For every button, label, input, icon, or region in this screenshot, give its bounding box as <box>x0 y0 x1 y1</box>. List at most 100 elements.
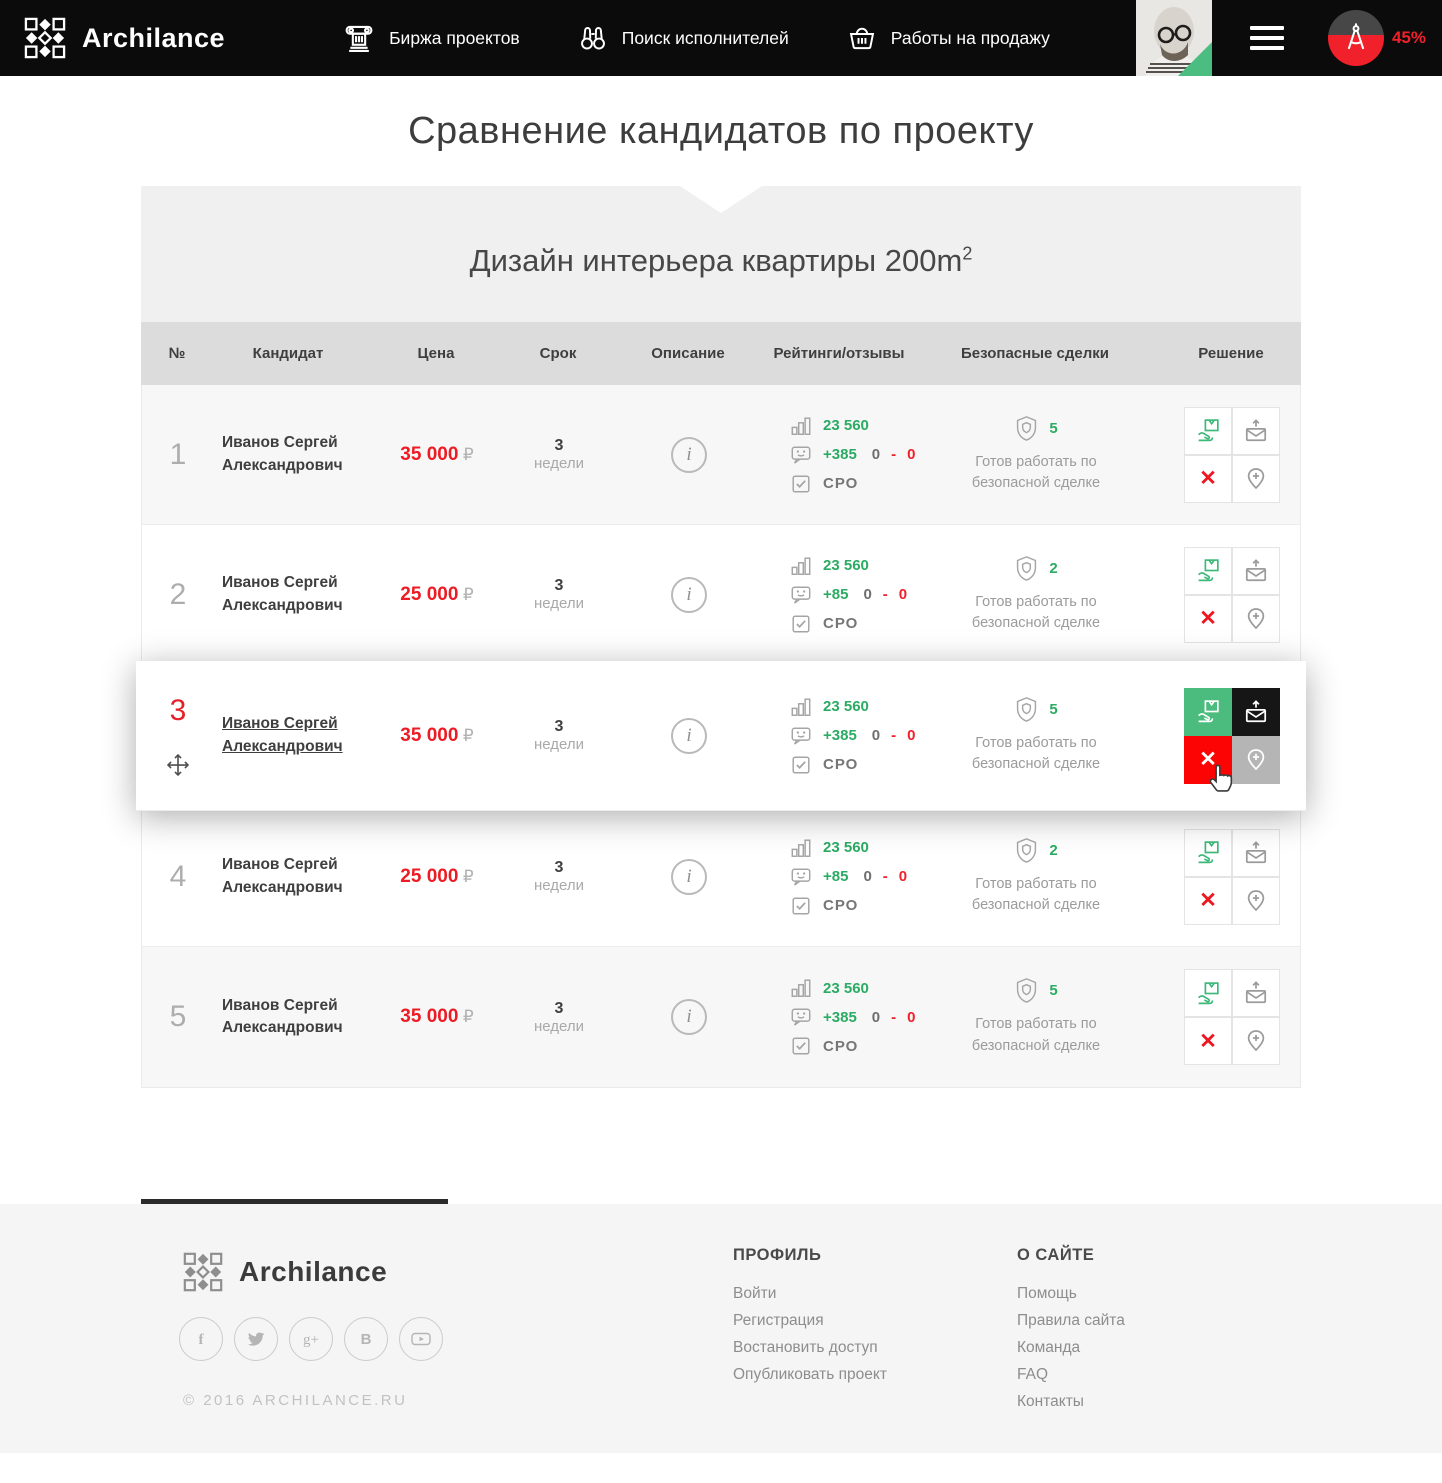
safe-deals-count: 2 <box>1049 560 1057 577</box>
hamburger-menu-icon[interactable] <box>1250 26 1284 50</box>
offer-deal-button[interactable] <box>1184 547 1232 595</box>
reviews-positive: +385 <box>823 1009 857 1026</box>
basket-icon <box>847 23 877 53</box>
col-header-safe-deals: Безопасные сделки <box>909 345 1161 362</box>
offer-deal-button[interactable] <box>1184 829 1232 877</box>
certification-label: СРО <box>823 1038 858 1055</box>
term-value: 3 <box>510 718 608 736</box>
footer-brand[interactable]: Archilance <box>183 1252 387 1292</box>
reject-button[interactable]: ✕ <box>1184 1017 1232 1065</box>
row-number: 4 <box>170 860 187 894</box>
col-header-term: Срок <box>509 345 607 362</box>
svg-text:f: f <box>199 1332 205 1348</box>
footer-link-rules[interactable]: Правила сайта <box>1017 1312 1125 1329</box>
certification-label: СРО <box>823 756 858 773</box>
info-icon[interactable]: i <box>671 437 707 473</box>
reviews-separator: - <box>891 446 896 463</box>
offer-deal-button[interactable] <box>1184 688 1232 736</box>
add-location-button[interactable] <box>1232 736 1280 784</box>
svg-text:B: B <box>361 1331 372 1348</box>
candidate-name[interactable]: Иванов Сергей Александрович <box>222 713 357 758</box>
chart-icon <box>790 696 812 718</box>
footer-link-restore-access[interactable]: Востановить доступ <box>733 1339 878 1356</box>
reviews-bubble-icon <box>790 725 812 747</box>
add-location-button[interactable] <box>1232 455 1280 503</box>
currency-symbol: ₽ <box>463 445 474 464</box>
price-value: 25 000 <box>400 584 458 605</box>
info-icon[interactable]: i <box>671 718 707 754</box>
archilance-logo-icon <box>183 1252 223 1292</box>
info-icon[interactable]: i <box>671 999 707 1035</box>
footer-link-faq[interactable]: FAQ <box>1017 1366 1048 1383</box>
info-icon[interactable]: i <box>671 577 707 613</box>
send-message-button[interactable] <box>1232 407 1280 455</box>
project-title: Дизайн интерьера квартиры 200m2 <box>470 243 973 279</box>
add-location-button[interactable] <box>1232 877 1280 925</box>
offer-deal-button[interactable] <box>1184 969 1232 1017</box>
add-location-button[interactable] <box>1232 595 1280 643</box>
move-handle-icon[interactable] <box>165 752 191 778</box>
profile-progress[interactable]: 45% <box>1328 10 1426 66</box>
table-header: № Кандидат Цена Срок Описание Рейтинги/о… <box>141 322 1301 385</box>
candidate-name[interactable]: Иванов Сергей Александрович <box>222 854 357 899</box>
term-value: 3 <box>510 1000 608 1018</box>
checkbox-icon <box>790 473 812 495</box>
col-header-description: Описание <box>607 345 769 362</box>
send-message-button[interactable] <box>1232 829 1280 877</box>
reject-button[interactable]: ✕ <box>1184 455 1232 503</box>
candidate-name[interactable]: Иванов Сергей Александрович <box>222 572 357 617</box>
footer-link-team[interactable]: Команда <box>1017 1339 1080 1356</box>
nav-item-projects-exchange[interactable]: Биржа проектов <box>343 22 520 54</box>
safe-deals-count: 5 <box>1049 701 1057 718</box>
reviews-neutral: 0 <box>872 446 880 463</box>
youtube-icon[interactable] <box>399 1317 443 1361</box>
shield-icon <box>1014 696 1039 723</box>
vk-icon[interactable]: B <box>344 1317 388 1361</box>
close-icon: ✕ <box>1199 1029 1217 1054</box>
footer-link-publish-project[interactable]: Опубликовать проект <box>733 1366 887 1383</box>
rating-views: 23 560 <box>823 980 869 997</box>
nav-item-find-performers[interactable]: Поиск исполнителей <box>578 23 789 53</box>
column-icon <box>343 22 375 54</box>
footer-link-login[interactable]: Войти <box>733 1285 776 1302</box>
price-value: 35 000 <box>400 725 458 746</box>
send-message-button[interactable] <box>1232 688 1280 736</box>
brand-name: Archilance <box>82 23 225 54</box>
reject-button[interactable]: ✕ <box>1184 877 1232 925</box>
reviews-positive: +385 <box>823 727 857 744</box>
footer: Archilance f g+ B <box>0 1204 1442 1453</box>
avatar[interactable] <box>1136 0 1212 76</box>
safe-deals-text: Готов работать по безопасной сделке <box>946 592 1126 634</box>
footer-link-register[interactable]: Регистрация <box>733 1312 824 1329</box>
rating-views: 23 560 <box>823 557 869 574</box>
term-unit: недели <box>510 877 608 894</box>
candidate-name[interactable]: Иванов Сергей Александрович <box>222 432 357 477</box>
google-plus-icon[interactable]: g+ <box>289 1317 333 1361</box>
offer-deal-button[interactable] <box>1184 407 1232 455</box>
reviews-positive: +385 <box>823 446 857 463</box>
twitter-icon[interactable] <box>234 1317 278 1361</box>
reject-button[interactable]: ✕ <box>1184 595 1232 643</box>
footer-link-contacts[interactable]: Контакты <box>1017 1393 1084 1410</box>
close-icon: ✕ <box>1199 606 1217 631</box>
nav-item-works-for-sale[interactable]: Работы на продажу <box>847 23 1050 53</box>
safe-deals-count: 5 <box>1049 982 1057 999</box>
table-row: 1 Иванов Сергей Александрович 35 000 <box>142 385 1300 525</box>
price-value: 25 000 <box>400 866 458 887</box>
reviews-positive: +85 <box>823 868 848 885</box>
currency-symbol: ₽ <box>463 585 474 604</box>
table-row: 5 Иванов Сергей Александрович 35 000 <box>142 947 1300 1087</box>
send-message-button[interactable] <box>1232 547 1280 595</box>
add-location-button[interactable] <box>1232 1017 1280 1065</box>
candidate-name[interactable]: Иванов Сергей Александрович <box>222 995 357 1040</box>
send-message-button[interactable] <box>1232 969 1280 1017</box>
info-icon[interactable]: i <box>671 859 707 895</box>
checkbox-icon <box>790 754 812 776</box>
term-value: 3 <box>510 437 608 455</box>
reviews-bubble-icon <box>790 866 812 888</box>
facebook-icon[interactable]: f <box>179 1317 223 1361</box>
footer-link-help[interactable]: Помощь <box>1017 1285 1077 1302</box>
brand[interactable]: Archilance <box>24 17 225 59</box>
safe-deals-count: 2 <box>1049 842 1057 859</box>
decision-buttons: ✕ <box>1184 407 1280 503</box>
